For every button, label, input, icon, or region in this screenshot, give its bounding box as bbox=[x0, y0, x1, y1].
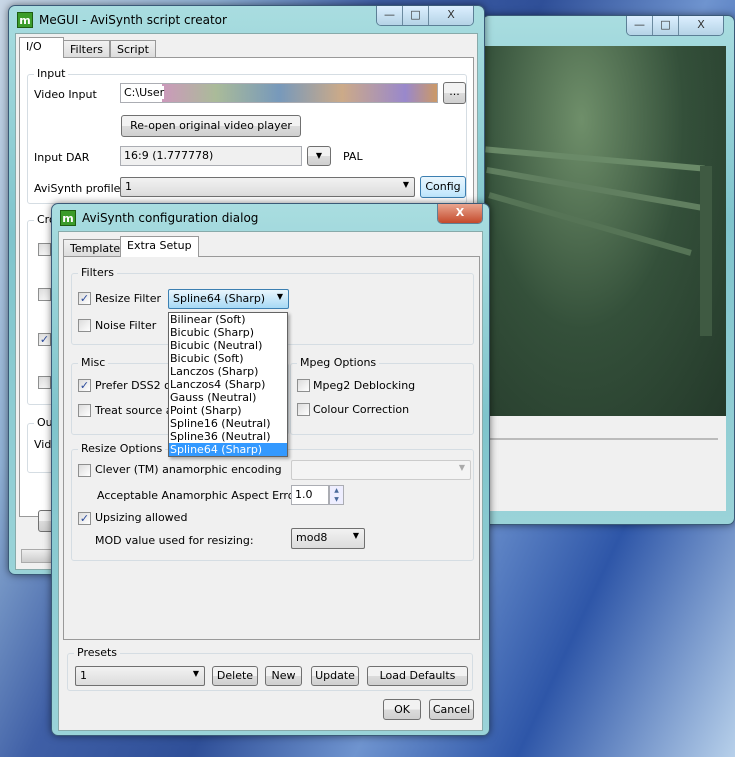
config-button[interactable]: Config bbox=[420, 176, 466, 198]
video-preview-window: — □ X bbox=[482, 15, 735, 525]
dropdown-option[interactable]: Bicubic (Soft) bbox=[169, 352, 287, 365]
resize-filter-checkbox[interactable]: ✓ bbox=[78, 292, 91, 305]
dropdown-option-selected[interactable]: Spline64 (Sharp) bbox=[169, 443, 287, 456]
seek-trackbar[interactable] bbox=[485, 416, 726, 511]
window-title: MeGUI - AviSynth script creator bbox=[39, 13, 227, 27]
filters-group-label: Filters bbox=[78, 266, 117, 279]
close-icon[interactable]: X bbox=[438, 204, 482, 223]
clever-anamorphic-checkbox[interactable] bbox=[78, 464, 91, 477]
video-frame bbox=[485, 46, 726, 416]
dialog-client: Template Extra Setup Filters ✓ Resize Fi… bbox=[58, 231, 483, 731]
close-icon[interactable]: X bbox=[429, 6, 473, 25]
mpeg2-deblocking-label: Mpeg2 Deblocking bbox=[313, 379, 416, 392]
close-icon[interactable]: X bbox=[679, 16, 723, 35]
maximize-icon[interactable]: □ bbox=[653, 16, 679, 35]
input-group-label: Input bbox=[34, 67, 69, 80]
upsizing-allowed-checkbox[interactable]: ✓ bbox=[78, 512, 91, 525]
avisynth-profile-label: AviSynth profile bbox=[34, 182, 121, 195]
aspect-error-input[interactable]: 1.0 bbox=[291, 485, 329, 505]
mod-value-label: MOD value used for resizing: bbox=[95, 534, 254, 547]
preview-caption-buttons: — □ X bbox=[626, 16, 724, 36]
input-dar-field[interactable]: 16:9 (1.777778) bbox=[120, 146, 302, 166]
treat-source-checkbox[interactable] bbox=[78, 404, 91, 417]
dropdown-option[interactable]: Bicubic (Neutral) bbox=[169, 339, 287, 352]
browse-button[interactable]: ... bbox=[443, 82, 466, 104]
tab-extra-setup[interactable]: Extra Setup bbox=[120, 236, 199, 257]
chevron-down-icon: ▼ bbox=[458, 463, 465, 472]
treat-source-label: Treat source a bbox=[95, 404, 173, 417]
dropdown-option[interactable]: Lanczos4 (Sharp) bbox=[169, 378, 287, 391]
crop-checkbox-3[interactable]: ✓ bbox=[38, 333, 51, 346]
dropdown-option[interactable]: Spline36 (Neutral) bbox=[169, 430, 287, 443]
resize-options-group: Resize Options Clever (TM) anamorphic en… bbox=[71, 442, 474, 561]
noise-filter-label: Noise Filter bbox=[95, 319, 157, 332]
dropdown-option[interactable]: Lanczos (Sharp) bbox=[169, 365, 287, 378]
input-group: Input Video Input C:\User ... Re-open or… bbox=[27, 67, 467, 204]
colour-correction-checkbox[interactable] bbox=[297, 403, 310, 416]
resize-filter-label: Resize Filter bbox=[95, 292, 161, 305]
mpeg-options-group: Mpeg Options Mpeg2 Deblocking Colour Cor… bbox=[290, 356, 474, 435]
megui-logo-icon: m bbox=[17, 12, 33, 28]
resize-filter-select[interactable]: Spline64 (Sharp) ▼ bbox=[168, 289, 289, 309]
video-input-field[interactable]: C:\User bbox=[120, 83, 438, 103]
main-caption-buttons: — □ X bbox=[376, 6, 474, 26]
mod-value-select[interactable]: mod8 ▼ bbox=[291, 528, 365, 549]
minimize-icon[interactable]: — bbox=[627, 16, 653, 35]
presets-group: Presets 1 ▼ Delete New Update Load Defaul… bbox=[67, 646, 473, 691]
megui-logo-icon: m bbox=[60, 210, 76, 226]
video-input-label: Video Input bbox=[34, 88, 97, 101]
prefer-dss2-label: Prefer DSS2 ov bbox=[95, 379, 178, 392]
update-preset-button[interactable]: Update bbox=[311, 666, 359, 686]
avisynth-config-dialog: m AviSynth configuration dialog X Templa… bbox=[51, 203, 490, 736]
resize-filter-dropdown-list: Bilinear (Soft) Bicubic (Sharp) Bicubic … bbox=[168, 312, 288, 457]
tab-io[interactable]: I/O bbox=[19, 37, 64, 58]
dropdown-option[interactable]: Spline16 (Neutral) bbox=[169, 417, 287, 430]
new-preset-button[interactable]: New bbox=[265, 666, 302, 686]
aspect-error-label: Acceptable Anamorphic Aspect Error bbox=[97, 489, 299, 502]
ok-button[interactable]: OK bbox=[383, 699, 421, 720]
crop-checkbox-2[interactable] bbox=[38, 288, 51, 301]
chevron-down-icon: ▼ bbox=[276, 292, 283, 301]
upsizing-allowed-label: Upsizing allowed bbox=[95, 511, 188, 524]
clever-anamorphic-label: Clever (TM) anamorphic encoding bbox=[95, 463, 282, 476]
crop-checkbox-1[interactable] bbox=[38, 243, 51, 256]
pal-label: PAL bbox=[343, 150, 363, 163]
mpeg-options-group-label: Mpeg Options bbox=[297, 356, 380, 369]
avisynth-profile-select[interactable]: 1 ▼ bbox=[120, 177, 415, 197]
mpeg2-deblocking-checkbox[interactable] bbox=[297, 379, 310, 392]
maximize-icon[interactable]: □ bbox=[403, 6, 429, 25]
load-defaults-button[interactable]: Load Defaults bbox=[367, 666, 468, 686]
dar-dropdown-button[interactable]: ▼ bbox=[307, 146, 331, 166]
chevron-down-icon: ▼ bbox=[192, 669, 199, 678]
resize-options-group-label: Resize Options bbox=[78, 442, 166, 455]
input-dar-label: Input DAR bbox=[34, 151, 90, 164]
aspect-error-spinner[interactable]: ▲ ▼ bbox=[329, 485, 344, 505]
crop-checkbox-4[interactable] bbox=[38, 376, 51, 389]
noise-filter-checkbox[interactable] bbox=[78, 319, 91, 332]
preset-select[interactable]: 1 ▼ bbox=[75, 666, 205, 686]
anamorphic-mode-select[interactable]: ▼ bbox=[291, 460, 471, 480]
reopen-video-player-button[interactable]: Re-open original video player bbox=[121, 115, 301, 137]
colour-correction-label: Colour Correction bbox=[313, 403, 410, 416]
dialog-caption-buttons: X bbox=[437, 204, 483, 224]
misc-group-label: Misc bbox=[78, 356, 109, 369]
minimize-icon[interactable]: — bbox=[377, 6, 403, 25]
presets-group-label: Presets bbox=[74, 646, 121, 659]
prefer-dss2-checkbox[interactable]: ✓ bbox=[78, 379, 91, 392]
dropdown-option[interactable]: Point (Sharp) bbox=[169, 404, 287, 417]
cancel-button[interactable]: Cancel bbox=[429, 699, 474, 720]
dropdown-option[interactable]: Bilinear (Soft) bbox=[169, 313, 287, 326]
delete-preset-button[interactable]: Delete bbox=[212, 666, 258, 686]
dropdown-option[interactable]: Gauss (Neutral) bbox=[169, 391, 287, 404]
chevron-down-icon: ▼ bbox=[352, 531, 359, 540]
extra-setup-panel: Filters ✓ Resize Filter Spline64 (Sharp)… bbox=[63, 256, 480, 640]
dropdown-option[interactable]: Bicubic (Sharp) bbox=[169, 326, 287, 339]
chevron-down-icon: ▼ bbox=[402, 180, 409, 189]
dialog-title: AviSynth configuration dialog bbox=[82, 211, 259, 225]
